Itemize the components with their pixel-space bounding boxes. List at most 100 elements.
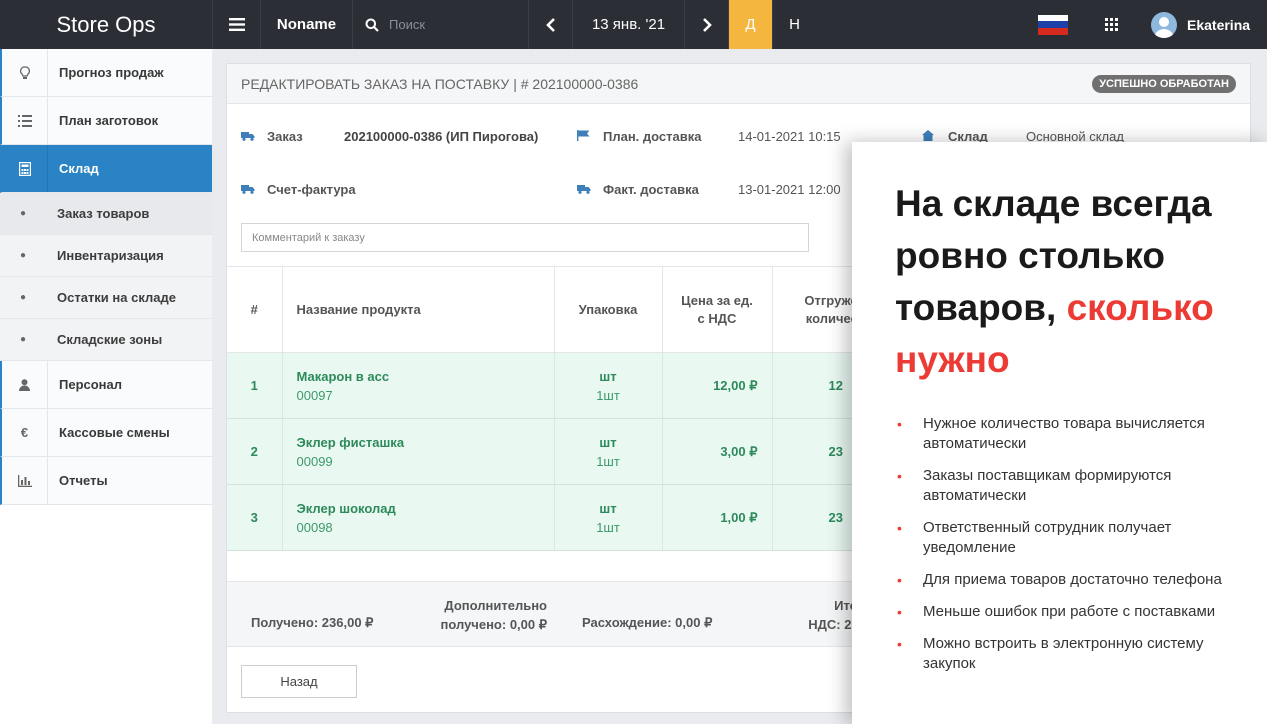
truck-icon [241,130,267,144]
promo-card: На складе всегда ровно столько товаров, … [852,142,1267,724]
sidebar-subitem-orders[interactable]: ● Заказ товаров [0,193,212,235]
pack-quantity: 1шт [596,453,620,469]
bullet-icon: ● [19,292,27,303]
row-number: 3 [227,484,283,551]
sidebar-subitem-label: Инвентаризация [57,248,164,263]
planned-delivery-field: План. доставка 14-01-2021 10:15 [577,129,841,144]
sidebar-item-label: Склад [59,161,99,176]
sidebar: Прогноз продаж План заготовок Склад ● За… [0,49,212,724]
column-header-number: # [227,266,283,353]
apps-button[interactable] [1083,0,1139,49]
list-item: Для приема товаров достаточно телефона [895,570,1225,590]
back-button[interactable]: Назад [241,665,357,698]
sidebar-subitem-inventory[interactable]: ● Инвентаризация [0,235,212,277]
sidebar-item-warehouse[interactable]: Склад [0,145,212,193]
pack-cell: шт 1шт [554,352,663,419]
search-input[interactable] [389,17,509,32]
euro-icon: € [2,409,48,456]
product-cell: Эклер шоколад 00098 [282,484,555,551]
pack-cell: шт 1шт [554,484,663,551]
row-number: 1 [227,352,283,419]
russian-flag-icon [1038,14,1068,35]
sidebar-item-staff[interactable]: Персонал [0,361,212,409]
avatar [1151,11,1177,38]
lightbulb-icon [2,49,48,96]
pack-unit: шт [599,368,617,384]
extra-received-total: Дополнительно получено: 0,00 ₽ [435,596,547,634]
search-icon [365,18,379,32]
truck-icon [241,183,267,197]
user-name: Ekaterina [1187,16,1251,33]
pack-quantity: 1шт [596,519,620,535]
flag-icon [577,129,603,144]
sidebar-subitem-label: Остатки на складе [57,290,176,305]
grid-icon [1104,18,1118,31]
product-cell: Эклер фисташка 00099 [282,418,555,485]
page-title: РЕДАКТИРОВАТЬ ЗАКАЗ НА ПОСТАВКУ | # 2021… [241,75,639,92]
sidebar-subitem-stock[interactable]: ● Остатки на складе [0,277,212,319]
list-item: Заказы поставщикам формируются автоматич… [895,466,1225,506]
price-cell: 1,00 ₽ [662,484,773,551]
price-header-line2: с НДС [697,310,737,326]
sidebar-item-sales-forecast[interactable]: Прогноз продаж [0,49,212,97]
bar-chart-icon [2,457,48,504]
column-header-price: Цена за ед. с НДС [662,266,773,353]
sidebar-subitem-label: Складские зоны [57,332,163,347]
sidebar-item-label: План заготовок [59,113,159,128]
sidebar-item-cash-shifts[interactable]: € Кассовые смены [0,409,212,457]
user-menu[interactable]: Ekaterina [1139,0,1267,49]
sidebar-item-label: Прогноз продаж [59,65,164,80]
app-logo[interactable]: Store Ops [0,0,212,49]
chevron-left-icon [545,17,555,32]
extra-received-line2: получено: 0,00 ₽ [440,617,547,632]
current-date[interactable]: 13 янв. '21 [572,0,684,49]
sidebar-subitem-label: Заказ товаров [57,206,150,221]
actual-delivery-field: Факт. доставка 13-01-2021 12:00 [577,182,841,197]
product-cell: Макарон в асс 00097 [282,352,555,419]
top-bar: Store Ops Noname 13 янв. '21 Д Н Ekateri… [0,0,1267,49]
next-date-button[interactable] [684,0,728,49]
promo-headline: На складе всегда ровно столько товаров, … [895,178,1255,386]
row-number: 2 [227,418,283,485]
order-number-field: Заказ 202100000-0386 (ИП Пирогова) [241,129,538,144]
planned-delivery-value: 14-01-2021 10:15 [738,129,841,144]
pack-quantity: 1шт [596,387,620,403]
extra-received-line1: Дополнительно [444,598,547,613]
pack-cell: шт 1шт [554,418,663,485]
actual-delivery-value: 13-01-2021 12:00 [738,182,841,197]
store-selector[interactable]: Noname [260,0,352,49]
pack-unit: шт [599,434,617,450]
pack-unit: шт [599,500,617,516]
column-header-product: Название продукта [282,266,555,353]
product-code: 00099 [296,453,333,469]
prev-date-button[interactable] [528,0,572,49]
list-item: Меньше ошибок при работе с поставками [895,602,1225,622]
received-total: Получено: 236,00 ₽ [251,615,374,630]
menu-toggle-button[interactable] [212,0,260,49]
calculator-icon [2,145,48,192]
price-cell: 12,00 ₽ [662,352,773,419]
product-name[interactable]: Эклер фисташка [297,435,554,450]
language-selector[interactable] [1023,0,1083,49]
panel-header: РЕДАКТИРОВАТЬ ЗАКАЗ НА ПОСТАВКУ | # 2021… [227,64,1250,104]
price-cell: 3,00 ₽ [662,418,773,485]
order-comment-input[interactable] [241,223,809,252]
price-header-line1: Цена за ед. [681,292,753,308]
bullet-icon: ● [19,334,27,345]
hamburger-icon [228,18,245,31]
day-view-toggle[interactable]: Д [728,0,772,49]
column-header-pack: Упаковка [554,266,663,353]
promo-bullet-list: Нужное количество товара вычисляется авт… [895,414,1225,674]
sidebar-item-label: Персонал [59,377,123,392]
product-name[interactable]: Макарон в асс [297,369,554,384]
order-value: 202100000-0386 (ИП Пирогова) [344,129,539,144]
discrepancy-total: Расхождение: 0,00 ₽ [582,615,713,630]
actual-delivery-label: Факт. доставка [603,182,699,197]
planned-delivery-label: План. доставка [603,129,702,144]
product-name[interactable]: Эклер шоколад [297,501,554,516]
sidebar-subitem-zones[interactable]: ● Складские зоны [0,319,212,361]
sidebar-item-reports[interactable]: Отчеты [0,457,212,505]
sidebar-item-prep-plan[interactable]: План заготовок [0,97,212,145]
week-view-toggle[interactable]: Н [772,0,816,49]
